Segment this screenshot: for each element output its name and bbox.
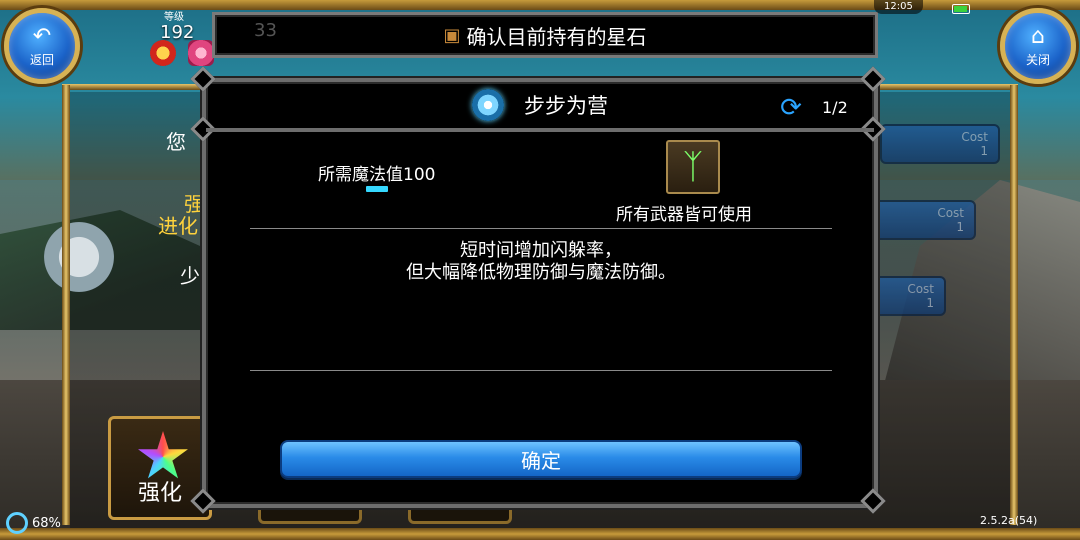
treasure-chest-icon: ▣ bbox=[443, 24, 461, 46]
panel-text-line: 少 bbox=[180, 264, 200, 288]
mp-requirement: 所需魔法值100 bbox=[318, 165, 436, 185]
frame-right bbox=[1010, 85, 1018, 525]
frame-left bbox=[62, 85, 70, 525]
medal-icon[interactable] bbox=[150, 40, 176, 66]
page-indicator: 1/2 bbox=[822, 98, 848, 117]
cycle-page-icon[interactable]: ⟳ bbox=[776, 94, 806, 122]
level-label: 等级 bbox=[164, 12, 184, 23]
panel-text-line: 进化 bbox=[158, 214, 198, 238]
cost-slot[interactable]: Cost 1 bbox=[880, 124, 1000, 164]
all-weapons-icon: ᛉ bbox=[666, 140, 720, 194]
enhance-label: 强化 bbox=[137, 481, 182, 506]
divider bbox=[250, 370, 832, 371]
dialog-header: 步步为营 bbox=[206, 82, 874, 132]
title-bar: ▣ 确认目前持有的星石 bbox=[212, 12, 878, 58]
ghost-counter: 33 bbox=[254, 20, 277, 41]
battery-ring-icon bbox=[6, 512, 28, 534]
confirm-button[interactable]: 确定 bbox=[280, 440, 802, 478]
back-arrow-icon: ↶ bbox=[32, 23, 52, 49]
close-button[interactable]: ⌂ 关闭 bbox=[1000, 8, 1076, 84]
description-line: 但大幅降低物理防御与魔法防御。 bbox=[406, 262, 676, 283]
cost-label: Cost bbox=[961, 130, 988, 144]
description-line: 短时间增加闪躲率， bbox=[460, 240, 622, 261]
skill-icon bbox=[472, 89, 504, 121]
weapon-restriction: 所有武器皆可使用 bbox=[616, 205, 752, 225]
page-title: 确认目前持有的星石 bbox=[466, 24, 647, 49]
back-label: 返回 bbox=[29, 52, 54, 67]
mp-bar bbox=[366, 186, 388, 192]
gift-icon[interactable] bbox=[188, 40, 214, 66]
panel-text-line: 您 bbox=[166, 130, 186, 154]
divider bbox=[250, 228, 832, 229]
close-label: 关闭 bbox=[1025, 52, 1050, 67]
back-button[interactable]: ↶ 返回 bbox=[4, 8, 80, 84]
home-icon: ⌂ bbox=[1031, 23, 1045, 49]
battery-percent: 68% bbox=[32, 515, 61, 531]
skill-name: 步步为营 bbox=[524, 94, 608, 118]
clock: 12:05 bbox=[874, 0, 923, 14]
version-label: 2.5.2a(54) bbox=[980, 514, 1038, 527]
battery-status: 68% bbox=[6, 512, 61, 534]
battery-icon bbox=[952, 4, 970, 14]
frame-bottom bbox=[0, 528, 1080, 540]
cost-value: 1 bbox=[980, 144, 988, 158]
panel-side-emblem bbox=[44, 222, 114, 292]
skill-detail-dialog: 步步为营 ⟳ 1/2 所需魔法值100 ᛉ 所有武器皆可使用 短时间增加闪躲率，… bbox=[190, 66, 886, 514]
skill-description: 短时间增加闪躲率， 但大幅降低物理防御与魔法防御。 bbox=[250, 240, 832, 284]
